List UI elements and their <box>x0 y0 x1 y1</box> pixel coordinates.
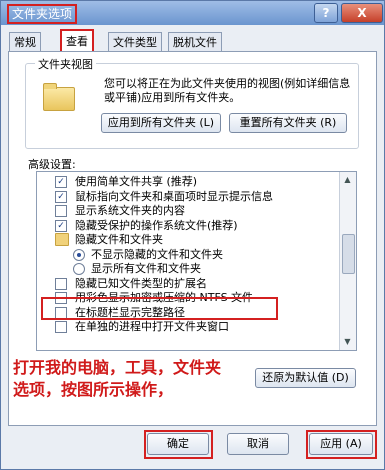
folder-views-description: 您可以将正在为此文件夹使用的视图(例如详细信息或平铺)应用到所有文件夹。 <box>104 77 351 104</box>
folder-icon <box>43 83 75 111</box>
tab-offline-files[interactable]: 脱机文件 <box>168 32 222 52</box>
ntfs-highlight-box <box>41 297 278 320</box>
settings-row-label: 隐藏文件和文件夹 <box>75 233 163 246</box>
close-button[interactable]: X <box>341 3 383 23</box>
scroll-down-arrow-icon[interactable]: ▼ <box>341 335 354 349</box>
settings-row-label: 使用简单文件共享 (推荐) <box>75 175 198 188</box>
help-button[interactable]: ? <box>314 3 338 23</box>
radio-icon[interactable] <box>73 263 85 275</box>
reset-all-folders-button[interactable]: 重置所有文件夹 (R) <box>229 113 347 133</box>
settings-row-label: 隐藏已知文件类型的扩展名 <box>75 276 207 290</box>
settings-row-label: 显示系统文件夹的内容 <box>75 204 185 217</box>
tab-file-types[interactable]: 文件类型 <box>108 32 162 52</box>
scroll-up-arrow-icon[interactable]: ▲ <box>341 173 354 187</box>
checkbox-checked-icon[interactable]: ✓ <box>55 176 67 188</box>
settings-row-label: 鼠标指向文件夹和桌面项时显示提示信息 <box>75 189 273 203</box>
apply-highlight-box <box>306 430 377 459</box>
restore-defaults-button[interactable]: 还原为默认值 (D) <box>255 368 356 388</box>
settings-row-label: 显示所有文件和文件夹 <box>91 262 201 275</box>
checkbox-checked-icon[interactable]: ✓ <box>55 190 67 203</box>
checkbox-icon[interactable] <box>55 205 67 217</box>
folder-options-dialog: 文件夹选项 ? X 常规 查看 文件类型 脱机文件 文件夹视图 您可以将正在为此… <box>0 0 385 470</box>
title-bar[interactable]: 文件夹选项 ? X <box>1 1 384 25</box>
instruction-annotation: 打开我的电脑，工具，文件夹选项，按图所示操作， <box>13 358 222 399</box>
settings-row-label: 在单独的进程中打开文件夹窗口 <box>75 320 229 333</box>
scrollbar[interactable]: ▲ ▼ <box>339 172 356 350</box>
folder-icon <box>55 233 69 246</box>
folder-views-group-title: 文件夹视图 <box>35 56 96 72</box>
window-title: 文件夹选项 <box>7 4 78 24</box>
checkbox-icon[interactable] <box>55 277 67 290</box>
tab-general[interactable]: 常规 <box>9 32 41 52</box>
ok-highlight-box <box>144 430 213 459</box>
advanced-settings-label: 高级设置: <box>28 158 76 171</box>
settings-row-label: 不显示隐藏的文件和文件夹 <box>91 247 223 261</box>
checkbox-checked-icon[interactable]: ✓ <box>55 219 67 232</box>
folder-views-group <box>25 63 359 149</box>
radio-selected-icon[interactable] <box>73 248 85 261</box>
checkbox-icon[interactable] <box>55 321 67 333</box>
settings-row-label: 隐藏受保护的操作系统文件(推荐) <box>75 218 238 232</box>
cancel-button[interactable]: 取消 <box>227 433 289 455</box>
advanced-settings-list[interactable]: ✓ 使用简单文件共享 (推荐) ✓ 鼠标指向文件夹和桌面项时显示提示信息 显示系统文件夹… <box>36 171 357 351</box>
scrollbar-thumb[interactable] <box>342 234 355 274</box>
apply-to-all-folders-button[interactable]: 应用到所有文件夹 (L) <box>101 113 221 133</box>
